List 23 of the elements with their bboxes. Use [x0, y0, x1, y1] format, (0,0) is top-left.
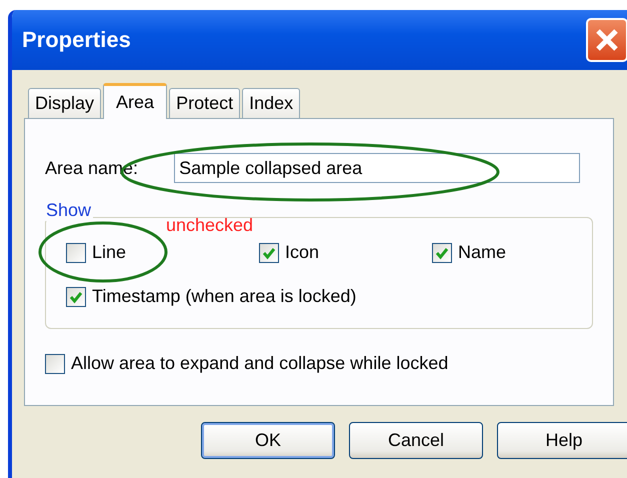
window-title: Properties	[22, 27, 131, 53]
checkbox-label: Timestamp (when area is locked)	[92, 286, 356, 307]
checkbox[interactable]	[66, 286, 86, 306]
checkbox[interactable]	[259, 242, 279, 262]
checkbox-label: Name	[458, 242, 506, 263]
close-icon	[594, 27, 620, 53]
checkbox-label: Line	[92, 242, 126, 263]
tab[interactable]: Protect	[169, 88, 240, 118]
tab[interactable]: Area	[103, 83, 168, 119]
tab[interactable]: Display	[28, 88, 102, 118]
dialog-button[interactable]: Help	[497, 422, 627, 459]
dialog-button[interactable]: Cancel	[349, 422, 483, 459]
annotation-text: unchecked	[166, 215, 254, 236]
dialog-button[interactable]: OK	[201, 422, 335, 459]
close-button[interactable]	[586, 18, 627, 62]
area-name-field[interactable]: Sample collapsed area	[174, 153, 580, 183]
checkbox-label: Allow area to expand and collapse while locked	[71, 353, 448, 374]
checkbox[interactable]	[45, 354, 65, 374]
checkbox-label: Icon	[285, 242, 320, 263]
checkbox[interactable]	[432, 242, 452, 262]
checkbox[interactable]	[66, 242, 86, 262]
tab[interactable]: Index	[242, 88, 300, 118]
group-title: Show	[44, 200, 94, 221]
